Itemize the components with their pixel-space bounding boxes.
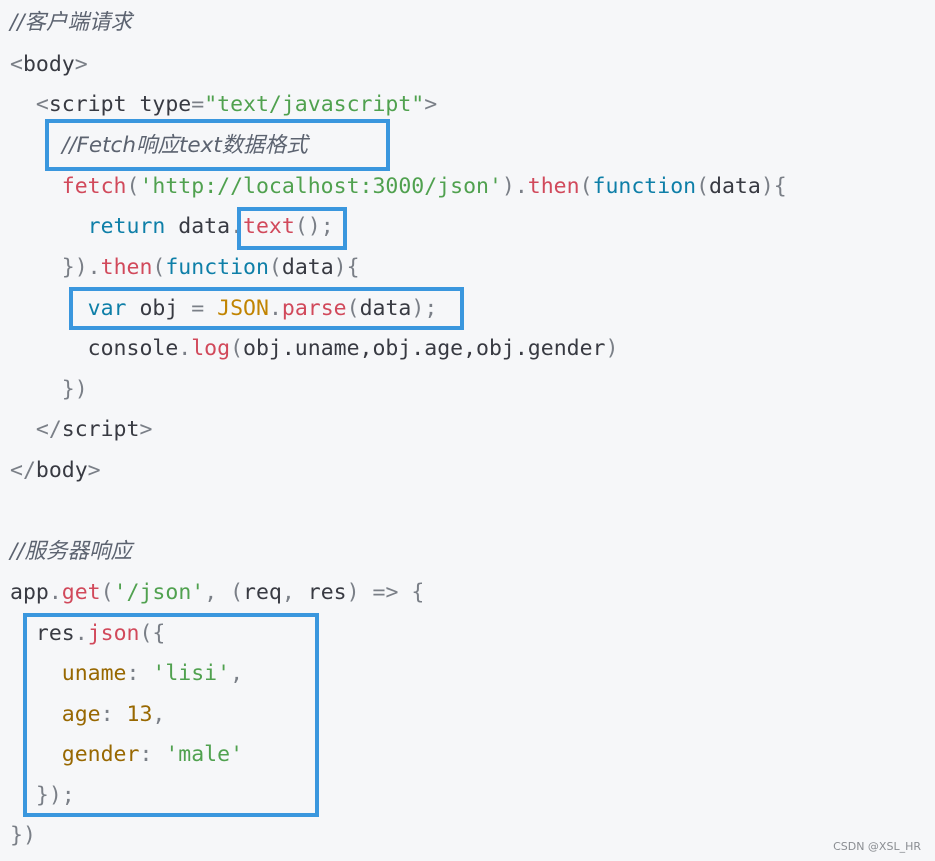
comma2: , bbox=[281, 580, 308, 605]
highlight-box-fetch-comment bbox=[45, 119, 390, 171]
brace-open-3: { bbox=[398, 580, 425, 605]
paren2: ). bbox=[501, 174, 528, 199]
res-param: res bbox=[307, 580, 347, 605]
script-close-tag: script bbox=[61, 417, 140, 442]
script-attr-value: "text/javascript" bbox=[204, 92, 425, 117]
app-get-line: app.get('/json', (req, res) => { bbox=[10, 578, 424, 608]
highlight-box-res-json bbox=[23, 613, 319, 817]
body-open-tag: body bbox=[22, 52, 75, 77]
gt2: > bbox=[424, 92, 438, 117]
paren3: ( bbox=[579, 174, 593, 199]
arrow: => bbox=[372, 580, 399, 605]
highlight-box-json-parse bbox=[69, 287, 464, 330]
close-get: }) bbox=[10, 823, 36, 848]
data-param-2: data bbox=[281, 255, 334, 280]
data-ref: data bbox=[178, 214, 231, 239]
then1: then bbox=[527, 174, 580, 199]
gt3: > bbox=[139, 417, 153, 442]
app-obj: app bbox=[10, 580, 49, 605]
then2: then bbox=[100, 255, 153, 280]
console-obj: console bbox=[87, 336, 179, 361]
script-open-tag: script bbox=[48, 92, 127, 117]
body-close-tag: body bbox=[35, 458, 88, 483]
route: '/json' bbox=[113, 580, 205, 605]
lt: < bbox=[10, 52, 23, 77]
eq: = bbox=[191, 92, 205, 117]
script-open-line: <script type="text/javascript"> bbox=[10, 90, 437, 120]
paren6: ( bbox=[268, 255, 282, 280]
dot3: . bbox=[178, 336, 192, 361]
close-then-line: }) bbox=[10, 375, 88, 405]
console-line: console.log(obj.uname,obj.age,obj.gender… bbox=[10, 334, 619, 364]
return-kw: return bbox=[87, 214, 166, 239]
brace-open-1: ){ bbox=[760, 174, 787, 199]
client-comment: //客户端请求 bbox=[10, 10, 132, 35]
close-then: }) bbox=[61, 377, 88, 402]
script-close-line: </script> bbox=[10, 415, 153, 445]
function-kw-1: function bbox=[592, 174, 697, 199]
comma: , ( bbox=[204, 580, 244, 605]
paren9: ) bbox=[605, 336, 619, 361]
fetch-line: fetch('http://localhost:3000/json').then… bbox=[10, 172, 787, 202]
function-kw-2: function bbox=[165, 255, 269, 280]
watermark: CSDN @XSL_HR bbox=[833, 840, 921, 853]
fetch-url: 'http://localhost:3000/json' bbox=[139, 174, 502, 199]
req-param: req bbox=[243, 580, 282, 605]
paren11: ) bbox=[346, 580, 373, 605]
body-close-line: </body> bbox=[10, 456, 101, 486]
gt4: > bbox=[87, 458, 101, 483]
then2-line: }).then(function(data){ bbox=[10, 253, 360, 283]
paren: ( bbox=[126, 174, 140, 199]
script-attr: type bbox=[139, 92, 192, 117]
lt-slash: </ bbox=[35, 417, 62, 442]
paren10: ( bbox=[100, 580, 114, 605]
get-method: get bbox=[61, 580, 101, 605]
highlight-box-text-method bbox=[237, 207, 347, 250]
fetch-fn: fetch bbox=[61, 174, 127, 199]
paren8: ( bbox=[230, 336, 244, 361]
data-param-1: data bbox=[709, 174, 761, 199]
code-block: //客户端请求 <body> <script type="text/javasc… bbox=[0, 0, 935, 861]
close-paren: }). bbox=[61, 255, 101, 280]
gt: > bbox=[74, 52, 88, 77]
log-args: obj.uname,obj.age,obj.gender bbox=[243, 336, 606, 361]
log-method: log bbox=[191, 336, 231, 361]
close-get-line: }) bbox=[10, 821, 36, 851]
paren4: ( bbox=[696, 174, 710, 199]
paren5: ( bbox=[152, 255, 166, 280]
server-comment: //服务器响应 bbox=[10, 539, 132, 564]
lt-slash2: </ bbox=[10, 458, 36, 483]
body-open-line: <body> bbox=[10, 50, 88, 80]
lt2: < bbox=[35, 92, 49, 117]
dot4: . bbox=[48, 580, 62, 605]
brace-open-2: ){ bbox=[333, 255, 360, 280]
